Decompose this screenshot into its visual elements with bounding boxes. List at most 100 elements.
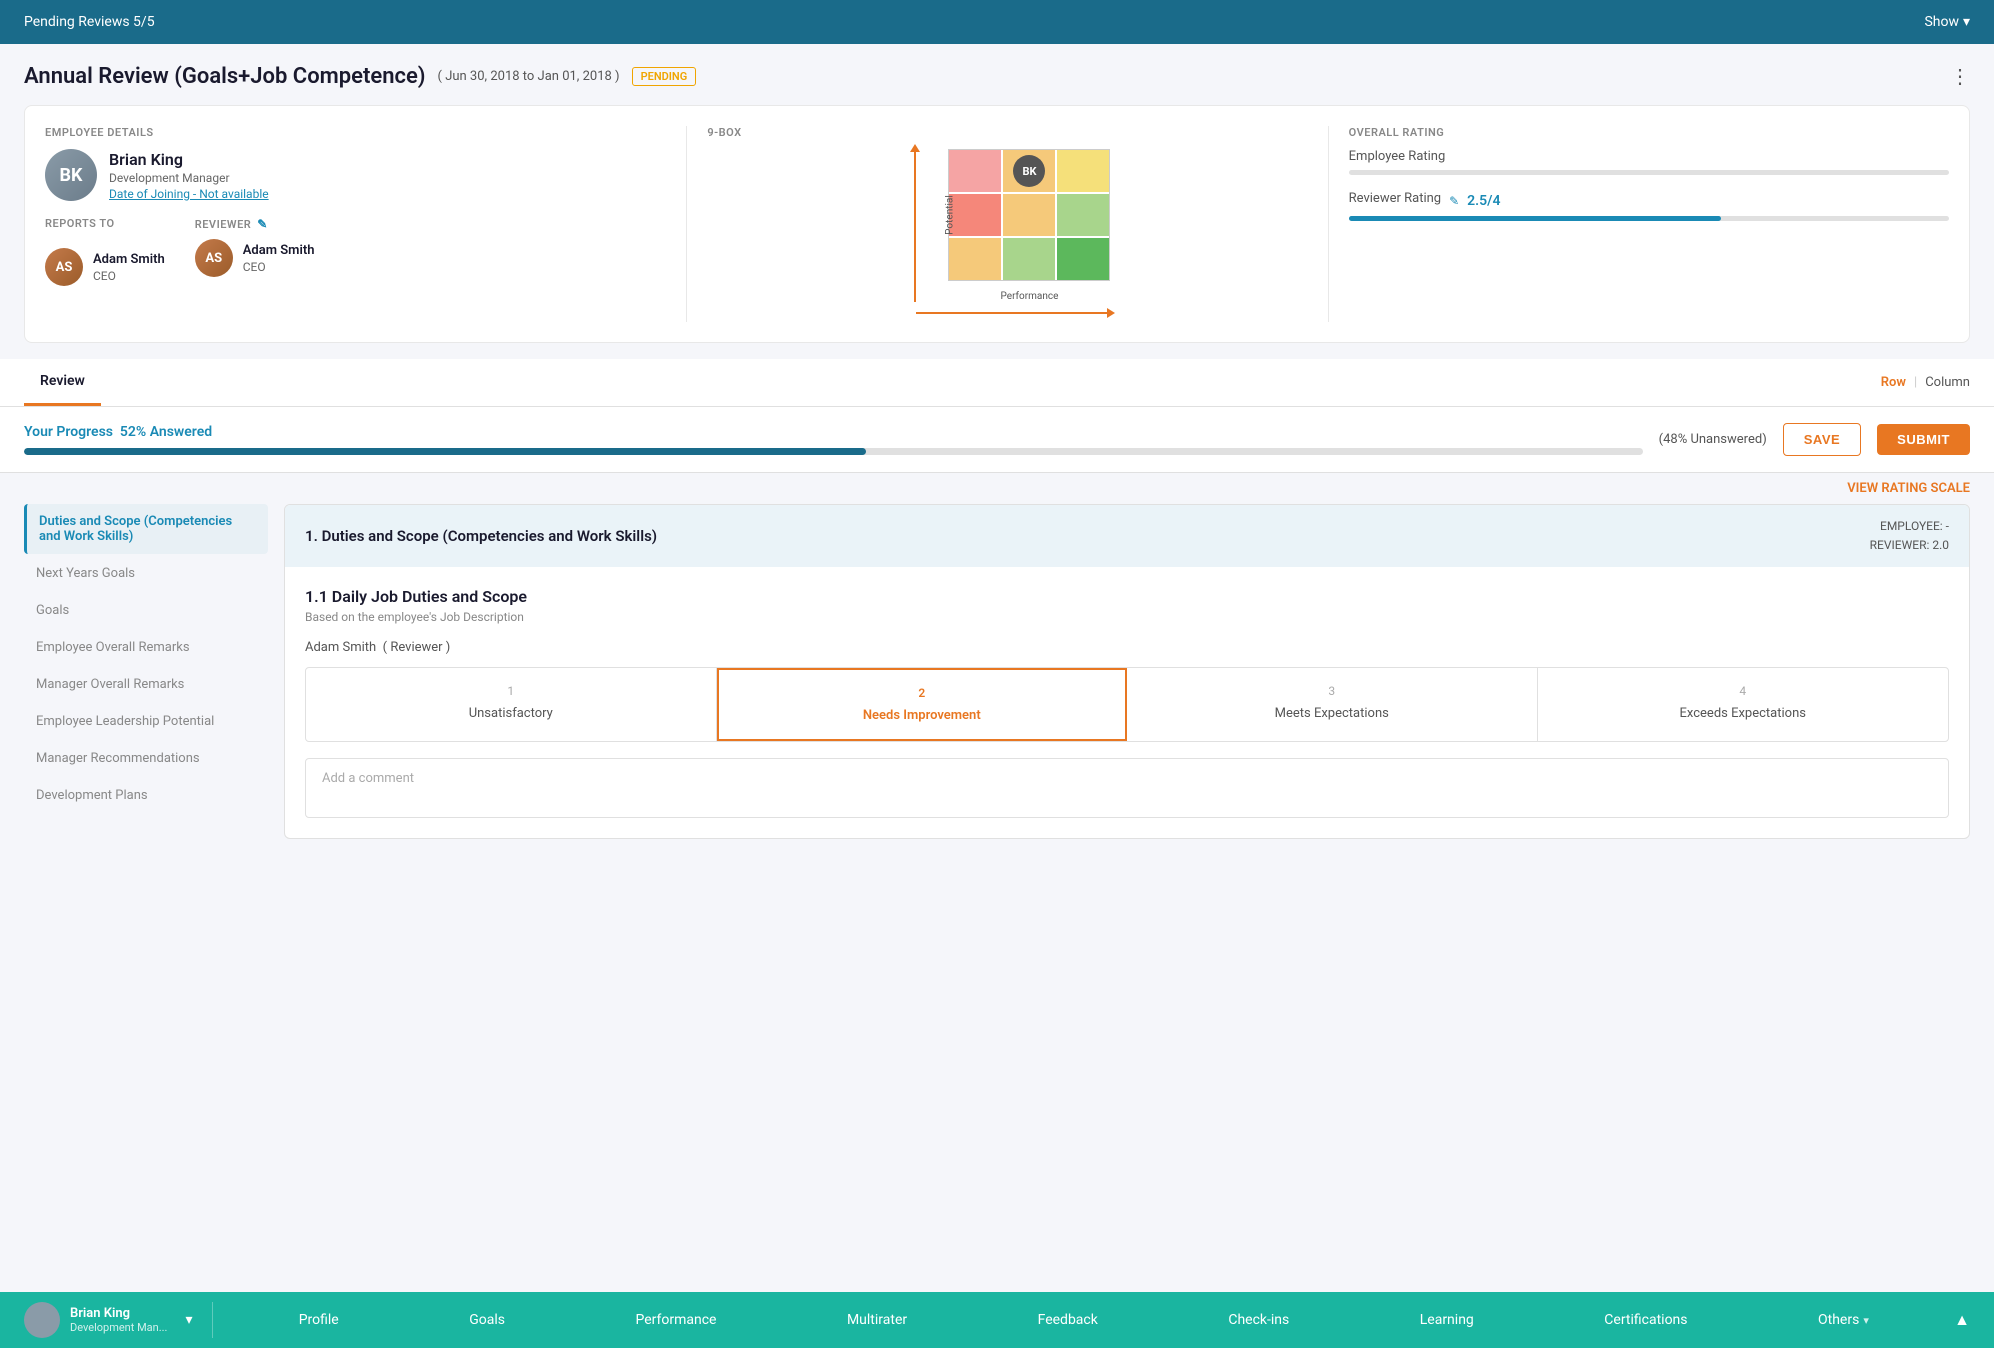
reviewer-avatar: AS <box>195 239 233 277</box>
overall-rating-label: OVERALL RATING <box>1349 126 1949 139</box>
nine-box-section: 9-BOX Potential BK <box>686 126 1307 322</box>
rating-number-1: 1 <box>318 684 704 698</box>
employee-reviewer-scores: EMPLOYEE: - REVIEWER: 2.0 <box>1870 517 1949 555</box>
sidebar-item-employee-overall-remarks[interactable]: Employee Overall Remarks <box>24 630 268 665</box>
reviewer-role: CEO <box>243 260 315 274</box>
cell-r2c2 <box>1003 194 1055 236</box>
review-tabs: Review Row | Column <box>0 359 1994 407</box>
rating-text-3: Meets Expectations <box>1139 706 1525 721</box>
bottom-employee-chevron-icon[interactable]: ▾ <box>185 1312 192 1328</box>
nine-box-grid: BK <box>948 149 1110 281</box>
progress-bar-fill <box>24 448 866 455</box>
bottom-nav-multirater[interactable]: Multirater <box>837 1312 917 1328</box>
employee-details-section: EMPLOYEE DETAILS BK Brian King Developme… <box>45 126 666 322</box>
sidebar-item-duties[interactable]: Duties and Scope (Competencies and Work … <box>24 504 268 554</box>
reports-to-name: Adam Smith <box>93 252 165 267</box>
submit-button[interactable]: SUBMIT <box>1877 424 1970 455</box>
reports-to-section: REPORTS TO AS Adam Smith CEO <box>45 217 165 286</box>
progress-section: Your Progress 52% Answered (48% Unanswer… <box>0 407 1994 473</box>
review-section-title: 1. Duties and Scope (Competencies and Wo… <box>305 527 657 545</box>
bottom-nav-certifications[interactable]: Certifications <box>1594 1312 1697 1328</box>
reports-to-label: REPORTS TO <box>45 217 165 230</box>
reviewer-label: REVIEWER ✎ <box>195 217 315 231</box>
reviewer-rating-item: Reviewer Rating ✎ 2.5/4 <box>1349 191 1949 221</box>
employee-card: EMPLOYEE DETAILS BK Brian King Developme… <box>24 105 1970 343</box>
cell-r2c1 <box>949 194 1001 236</box>
employee-name: Brian King <box>109 150 269 169</box>
sidebar-item-goals[interactable]: Goals <box>24 593 268 628</box>
sidebar-item-development-plans[interactable]: Development Plans <box>24 778 268 813</box>
rating-option-1[interactable]: 1 Unsatisfactory <box>306 668 717 741</box>
content-area: Duties and Scope (Competencies and Work … <box>0 504 1994 863</box>
rating-number-4: 4 <box>1550 684 1937 698</box>
cell-r3c2 <box>1003 238 1055 280</box>
progress-title: Your Progress 52% Answered <box>24 424 1643 440</box>
tab-review[interactable]: Review <box>24 359 101 406</box>
sidebar-item-manager-overall-remarks[interactable]: Manager Overall Remarks <box>24 667 268 702</box>
reviewer-rating-value: 2.5/4 <box>1467 193 1500 209</box>
tab-list: Review <box>24 359 101 406</box>
cell-r1c2: BK <box>1003 150 1055 192</box>
reports-to-text: Adam Smith CEO <box>93 252 165 283</box>
rating-option-4[interactable]: 4 Exceeds Expectations <box>1538 668 1949 741</box>
cell-r1c3 <box>1057 150 1109 192</box>
save-button[interactable]: SAVE <box>1783 423 1861 456</box>
employee-rating-bar <box>1349 170 1949 175</box>
rating-text-1: Unsatisfactory <box>318 706 704 721</box>
sidebar-item-manager-recommendations[interactable]: Manager Recommendations <box>24 741 268 776</box>
review-section-header: 1. Duties and Scope (Competencies and Wo… <box>285 505 1969 567</box>
subsection-title: 1.1 Daily Job Duties and Scope <box>305 587 1949 606</box>
pending-badge: PENDING <box>632 67 697 86</box>
y-axis-arrow <box>914 149 916 302</box>
progress-answered: 52% Answered <box>120 424 212 440</box>
cell-r1c1 <box>949 150 1001 192</box>
comment-box[interactable]: Add a comment <box>305 758 1949 818</box>
bottom-nav-checkins[interactable]: Check-ins <box>1218 1312 1299 1328</box>
reviewer-rating-edit-icon[interactable]: ✎ <box>1449 194 1459 208</box>
employee-info: BK Brian King Development Manager Date o… <box>45 149 666 201</box>
reports-reviewer: REPORTS TO AS Adam Smith CEO REVIEWER ✎ <box>45 217 666 286</box>
join-date[interactable]: Date of Joining - Not available <box>109 187 269 201</box>
bottom-collapse-icon[interactable]: ▲ <box>1954 1310 1970 1330</box>
reviewer-rating-bar <box>1349 216 1949 221</box>
cell-r2c3 <box>1057 194 1109 236</box>
bottom-employee-info: Brian King Development Man... ▾ <box>24 1302 213 1338</box>
rating-options: 1 Unsatisfactory 2 Needs Improvement 3 M… <box>305 667 1949 742</box>
bottom-nav-performance[interactable]: Performance <box>625 1312 726 1328</box>
bottom-nav-learning[interactable]: Learning <box>1410 1312 1484 1328</box>
row-toggle[interactable]: Row <box>1881 375 1906 390</box>
rating-text-4: Exceeds Expectations <box>1550 706 1937 721</box>
review-subsection: 1.1 Daily Job Duties and Scope Based on … <box>285 567 1969 838</box>
unanswered-text: (48% Unanswered) <box>1659 432 1767 447</box>
employee-text-info: Brian King Development Manager Date of J… <box>109 150 269 201</box>
bottom-nav: Brian King Development Man... ▾ Profile … <box>0 1292 1994 1348</box>
bottom-nav-feedback[interactable]: Feedback <box>1028 1312 1108 1328</box>
sidebar-item-employee-leadership[interactable]: Employee Leadership Potential <box>24 704 268 739</box>
bottom-nav-others[interactable]: Others ▾ <box>1808 1312 1879 1328</box>
rating-scale-link[interactable]: VIEW RATING SCALE <box>0 473 1994 504</box>
rating-option-3[interactable]: 3 Meets Expectations <box>1127 668 1538 741</box>
reviewer-rating-row: Reviewer Rating ✎ 2.5/4 <box>1349 191 1949 210</box>
rating-option-2[interactable]: 2 Needs Improvement <box>717 668 1128 741</box>
bottom-employee-role: Development Man... <box>70 1321 167 1334</box>
bottom-nav-items: Profile Goals Performance Multirater Fee… <box>213 1312 1954 1328</box>
reviewer-edit-icon[interactable]: ✎ <box>257 217 268 231</box>
rating-number-3: 3 <box>1139 684 1525 698</box>
show-button[interactable]: Show <box>1924 14 1970 30</box>
reviewer-label-row: Adam Smith ( Reviewer ) <box>305 640 1949 655</box>
cell-r3c1 <box>949 238 1001 280</box>
overall-rating-section: OVERALL RATING Employee Rating Reviewer … <box>1328 126 1949 322</box>
reviewer-rating-label: Reviewer Rating <box>1349 191 1441 206</box>
bottom-employee-text: Brian King Development Man... <box>70 1306 167 1334</box>
reviewer-section: REVIEWER ✎ AS Adam Smith CEO <box>195 217 315 286</box>
reviewer-info: AS Adam Smith CEO <box>195 239 315 277</box>
reports-to-info: AS Adam Smith CEO <box>45 248 165 286</box>
pending-reviews-label: Pending Reviews 5/5 <box>24 14 155 30</box>
column-toggle[interactable]: Column <box>1925 375 1970 390</box>
bottom-avatar <box>24 1302 60 1338</box>
sidebar-item-next-years-goals[interactable]: Next Years Goals <box>24 556 268 591</box>
employee-role: Development Manager <box>109 171 269 185</box>
bottom-nav-goals[interactable]: Goals <box>459 1312 515 1328</box>
bottom-nav-profile[interactable]: Profile <box>289 1312 349 1328</box>
more-options-icon[interactable]: ⋮ <box>1950 64 1970 88</box>
